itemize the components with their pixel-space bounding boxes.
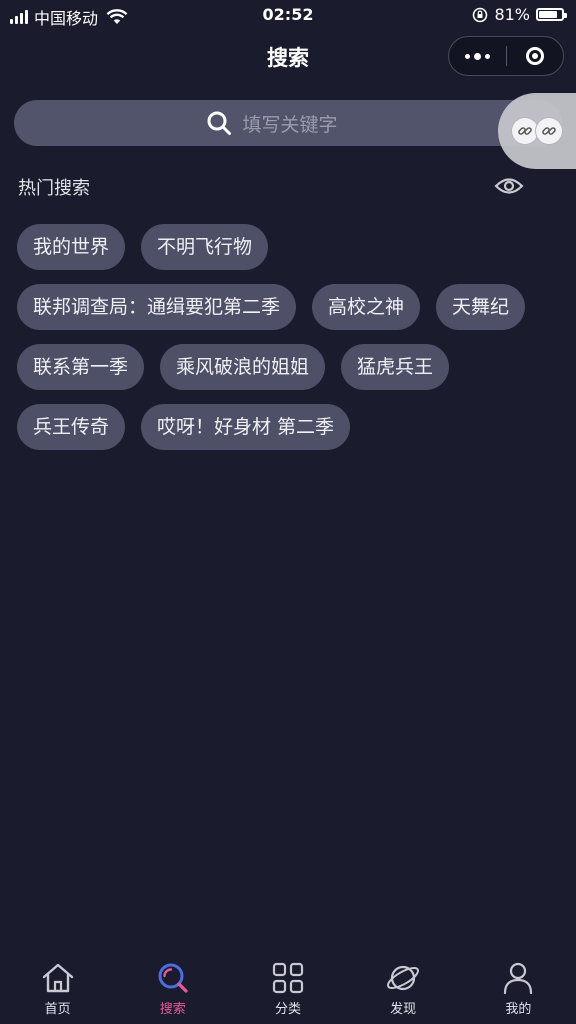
close-mini-program-button[interactable] (507, 36, 563, 76)
hot-search-tag[interactable]: 乘风破浪的姐姐 (160, 344, 326, 390)
more-options-button[interactable] (449, 36, 506, 76)
hot-search-tag[interactable]: 联系第一季 (17, 344, 145, 390)
hot-search-title: 热门搜索 (18, 178, 90, 199)
hot-search-tag[interactable]: 兵王传奇 (17, 404, 126, 450)
link-icon (512, 118, 538, 144)
link-icon (536, 118, 562, 144)
tab-profile[interactable]: 我的 (461, 956, 576, 1024)
hot-search-tags: 我的世界 不明飞行物 联邦调查局：通缉要犯第二季 高校之神 天舞纪 联系第一季 … (17, 224, 547, 450)
tab-label: 发现 (390, 1002, 417, 1017)
hot-search-tag[interactable]: 哎呀！好身材 第二季 (141, 404, 351, 450)
tab-home[interactable]: 首页 (0, 956, 115, 1024)
home-icon (42, 963, 73, 993)
category-icon (272, 962, 304, 994)
planet-icon (387, 965, 420, 991)
tab-label: 首页 (44, 1002, 71, 1017)
more-dot-icon (485, 53, 490, 59)
hot-search-tag[interactable]: 联邦调查局：通缉要犯第二季 (17, 284, 297, 330)
status-bar: 中国移动 02:52 81% (0, 0, 576, 30)
mini-program-capsule (448, 36, 564, 76)
tab-category[interactable]: 分类 (230, 956, 345, 1024)
battery-fill (539, 11, 557, 18)
profile-icon (504, 962, 533, 995)
more-dot-icon (465, 53, 470, 59)
hot-search-tag[interactable]: 我的世界 (17, 224, 126, 270)
search-tab-icon (158, 963, 188, 993)
battery-percent: 81% (494, 5, 530, 24)
floating-link-widget[interactable] (498, 93, 576, 169)
hot-search-tag[interactable]: 猛虎兵王 (341, 344, 450, 390)
hot-search-tag[interactable]: 不明飞行物 (141, 224, 269, 270)
search-icon (207, 111, 232, 135)
tab-discover[interactable]: 发现 (346, 956, 461, 1024)
search-input[interactable]: 填写关键字 (14, 100, 562, 146)
target-icon (525, 47, 544, 65)
tab-label: 我的 (505, 1002, 532, 1017)
tab-search[interactable]: 搜索 (115, 956, 230, 1024)
tab-label: 搜索 (159, 1002, 186, 1017)
rotation-lock-icon (473, 7, 488, 22)
eye-icon[interactable] (494, 174, 524, 198)
hot-search-tag[interactable]: 高校之神 (312, 284, 421, 330)
tab-label: 分类 (274, 1002, 301, 1017)
status-right: 81% (472, 5, 567, 24)
more-dot-icon (474, 52, 481, 60)
hot-search-tag[interactable]: 天舞纪 (436, 284, 526, 330)
battery-icon (536, 8, 567, 21)
bottom-tab-bar: 首页 搜索 分类 发现 我的 (0, 956, 576, 1024)
search-placeholder: 填写关键字 (242, 113, 338, 136)
